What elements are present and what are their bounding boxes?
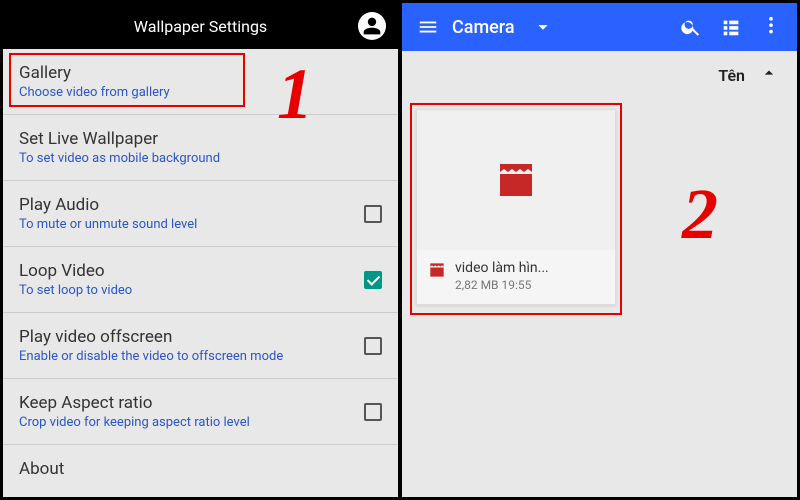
more-vert-icon[interactable] (751, 7, 791, 47)
setting-aspect-ratio[interactable]: Keep Aspect ratio Crop video for keeping… (3, 379, 398, 445)
left-header-title: Wallpaper Settings (134, 17, 267, 36)
sort-arrow-up-icon[interactable] (759, 63, 779, 87)
setting-sub: Crop video for keeping aspect ratio leve… (19, 415, 352, 430)
sort-bar[interactable]: Tên (402, 51, 797, 99)
chevron-down-icon[interactable] (523, 7, 563, 47)
sort-label: Tên (718, 66, 745, 85)
file-thumb (417, 110, 615, 250)
checkbox-offscreen[interactable] (364, 337, 382, 355)
setting-title: Play video offscreen (19, 327, 352, 347)
setting-title: Set Live Wallpaper (19, 129, 382, 149)
setting-offscreen[interactable]: Play video offscreen Enable or disable t… (3, 313, 398, 379)
checkbox-aspect-ratio[interactable] (364, 403, 382, 421)
left-header: Wallpaper Settings (3, 3, 398, 49)
search-icon[interactable] (671, 7, 711, 47)
right-header: Camera (402, 3, 797, 51)
setting-sub: Enable or disable the video to offscreen… (19, 349, 352, 364)
setting-title: Play Audio (19, 195, 352, 215)
profile-icon[interactable] (358, 12, 386, 40)
file-name: video làm hìn... (455, 260, 549, 276)
view-list-icon[interactable] (711, 7, 751, 47)
file-card[interactable]: video làm hìn... 2,82 MB 19:55 (416, 109, 616, 305)
setting-play-audio[interactable]: Play Audio To mute or unmute sound level (3, 181, 398, 247)
file-sub: 2,82 MB 19:55 (455, 278, 549, 292)
right-header-title[interactable]: Camera (452, 17, 515, 38)
setting-sub: To set video as mobile background (19, 151, 382, 166)
setting-sub: Choose video from gallery (19, 85, 382, 100)
setting-set-live[interactable]: Set Live Wallpaper To set video as mobil… (3, 115, 398, 181)
video-icon (427, 260, 447, 284)
checkbox-play-audio[interactable] (364, 205, 382, 223)
wallpaper-settings-pane: Wallpaper Settings Gallery Choose video … (3, 3, 398, 497)
setting-sub: To mute or unmute sound level (19, 217, 352, 232)
setting-title: Loop Video (19, 261, 352, 281)
menu-icon[interactable] (408, 7, 448, 47)
setting-title: Gallery (19, 63, 382, 83)
setting-sub: To set loop to video (19, 283, 352, 298)
setting-loop-video[interactable]: Loop Video To set loop to video (3, 247, 398, 313)
checkbox-loop-video[interactable] (364, 271, 382, 289)
setting-gallery[interactable]: Gallery Choose video from gallery (3, 49, 398, 115)
file-grid: video làm hìn... 2,82 MB 19:55 (402, 99, 797, 315)
setting-title: Keep Aspect ratio (19, 393, 352, 413)
gallery-pane: Camera Tên (402, 3, 797, 497)
setting-title: About (19, 459, 382, 479)
setting-about[interactable]: About (3, 445, 398, 481)
